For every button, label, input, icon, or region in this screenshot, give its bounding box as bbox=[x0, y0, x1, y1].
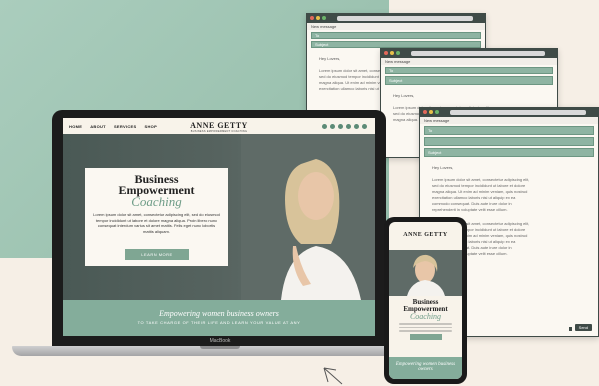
brand-name: ANNE GETTY bbox=[190, 121, 248, 130]
email-titlebar bbox=[307, 14, 485, 23]
facebook-icon[interactable] bbox=[322, 124, 327, 129]
banner-script: Empowering women business owners bbox=[395, 362, 456, 372]
nav-shop[interactable]: SHOP bbox=[145, 124, 158, 129]
site-brand[interactable]: ANNE GETTY BUSINESS EMPOWERMENT COACHING bbox=[179, 121, 259, 133]
macbook-label: MacBook bbox=[209, 338, 231, 344]
email-to-field[interactable]: To bbox=[385, 67, 553, 74]
banner-subtext: TO TAKE CHARGE OF THEIR LIFE AND LEARN Y… bbox=[137, 320, 301, 325]
hero-photo bbox=[241, 134, 375, 300]
phone-hero-photo bbox=[389, 250, 462, 296]
email-icon[interactable] bbox=[362, 124, 367, 129]
phone-brand: ANNE GETTY bbox=[389, 222, 462, 238]
nav-home[interactable]: HOME bbox=[69, 124, 82, 129]
phone-website: ANNE GETTY Business Empowerment Coaching… bbox=[389, 222, 462, 379]
email-subject-field[interactable]: Subject bbox=[311, 41, 481, 48]
send-button[interactable]: Send bbox=[574, 324, 592, 331]
nav-about[interactable]: ABOUT bbox=[90, 124, 106, 129]
brand-name: ANNE GETTY bbox=[403, 232, 448, 238]
email-titlebar bbox=[381, 49, 557, 58]
trash-icon[interactable] bbox=[569, 327, 572, 331]
email-greeting: Hey Lovers, bbox=[393, 93, 415, 98]
phone-hero-card: Business Empowerment Coaching bbox=[395, 299, 456, 355]
email-field-blank[interactable] bbox=[424, 137, 594, 146]
instagram-icon[interactable] bbox=[330, 124, 335, 129]
hero-section: Business Empowerment Coaching Lorem ipsu… bbox=[63, 134, 375, 300]
email-titlebar bbox=[420, 108, 598, 117]
phone-learn-more-button[interactable] bbox=[409, 333, 442, 340]
hero-script: Coaching bbox=[409, 312, 442, 321]
laptop-notch bbox=[200, 346, 240, 349]
laptop-website: HOME ABOUT SERVICES SHOP ANNE GETTY BUSI… bbox=[63, 118, 375, 336]
banner: Empowering women business owners TO TAKE… bbox=[63, 300, 375, 336]
hero-script: Coaching bbox=[131, 194, 182, 209]
social-icons bbox=[322, 124, 367, 129]
email-subject-field[interactable]: Subject bbox=[424, 148, 594, 157]
email-subhead: New message bbox=[381, 58, 557, 65]
email-subhead: New message bbox=[307, 23, 485, 30]
email-subhead: New message bbox=[420, 117, 598, 124]
email-greeting: Hey Lovers, bbox=[432, 165, 454, 170]
banner-script: Empowering women business owners bbox=[159, 309, 279, 318]
brand-tagline: BUSINESS EMPOWERMENT COACHING bbox=[190, 130, 248, 133]
learn-more-button[interactable]: LEARN MORE bbox=[125, 249, 189, 260]
twitter-icon[interactable] bbox=[346, 124, 351, 129]
hero-text: Lorem ipsum dolor sit amet, consectetur … bbox=[93, 212, 220, 234]
email-to-field[interactable]: To bbox=[311, 32, 481, 39]
pinterest-icon[interactable] bbox=[338, 124, 343, 129]
nav-services[interactable]: SERVICES bbox=[114, 124, 137, 129]
email-subject-field[interactable]: Subject bbox=[385, 76, 553, 85]
email-to-field[interactable]: To bbox=[424, 126, 594, 135]
youtube-icon[interactable] bbox=[354, 124, 359, 129]
cursor-icon bbox=[323, 367, 343, 385]
phone-banner: Empowering women business owners bbox=[389, 357, 462, 379]
